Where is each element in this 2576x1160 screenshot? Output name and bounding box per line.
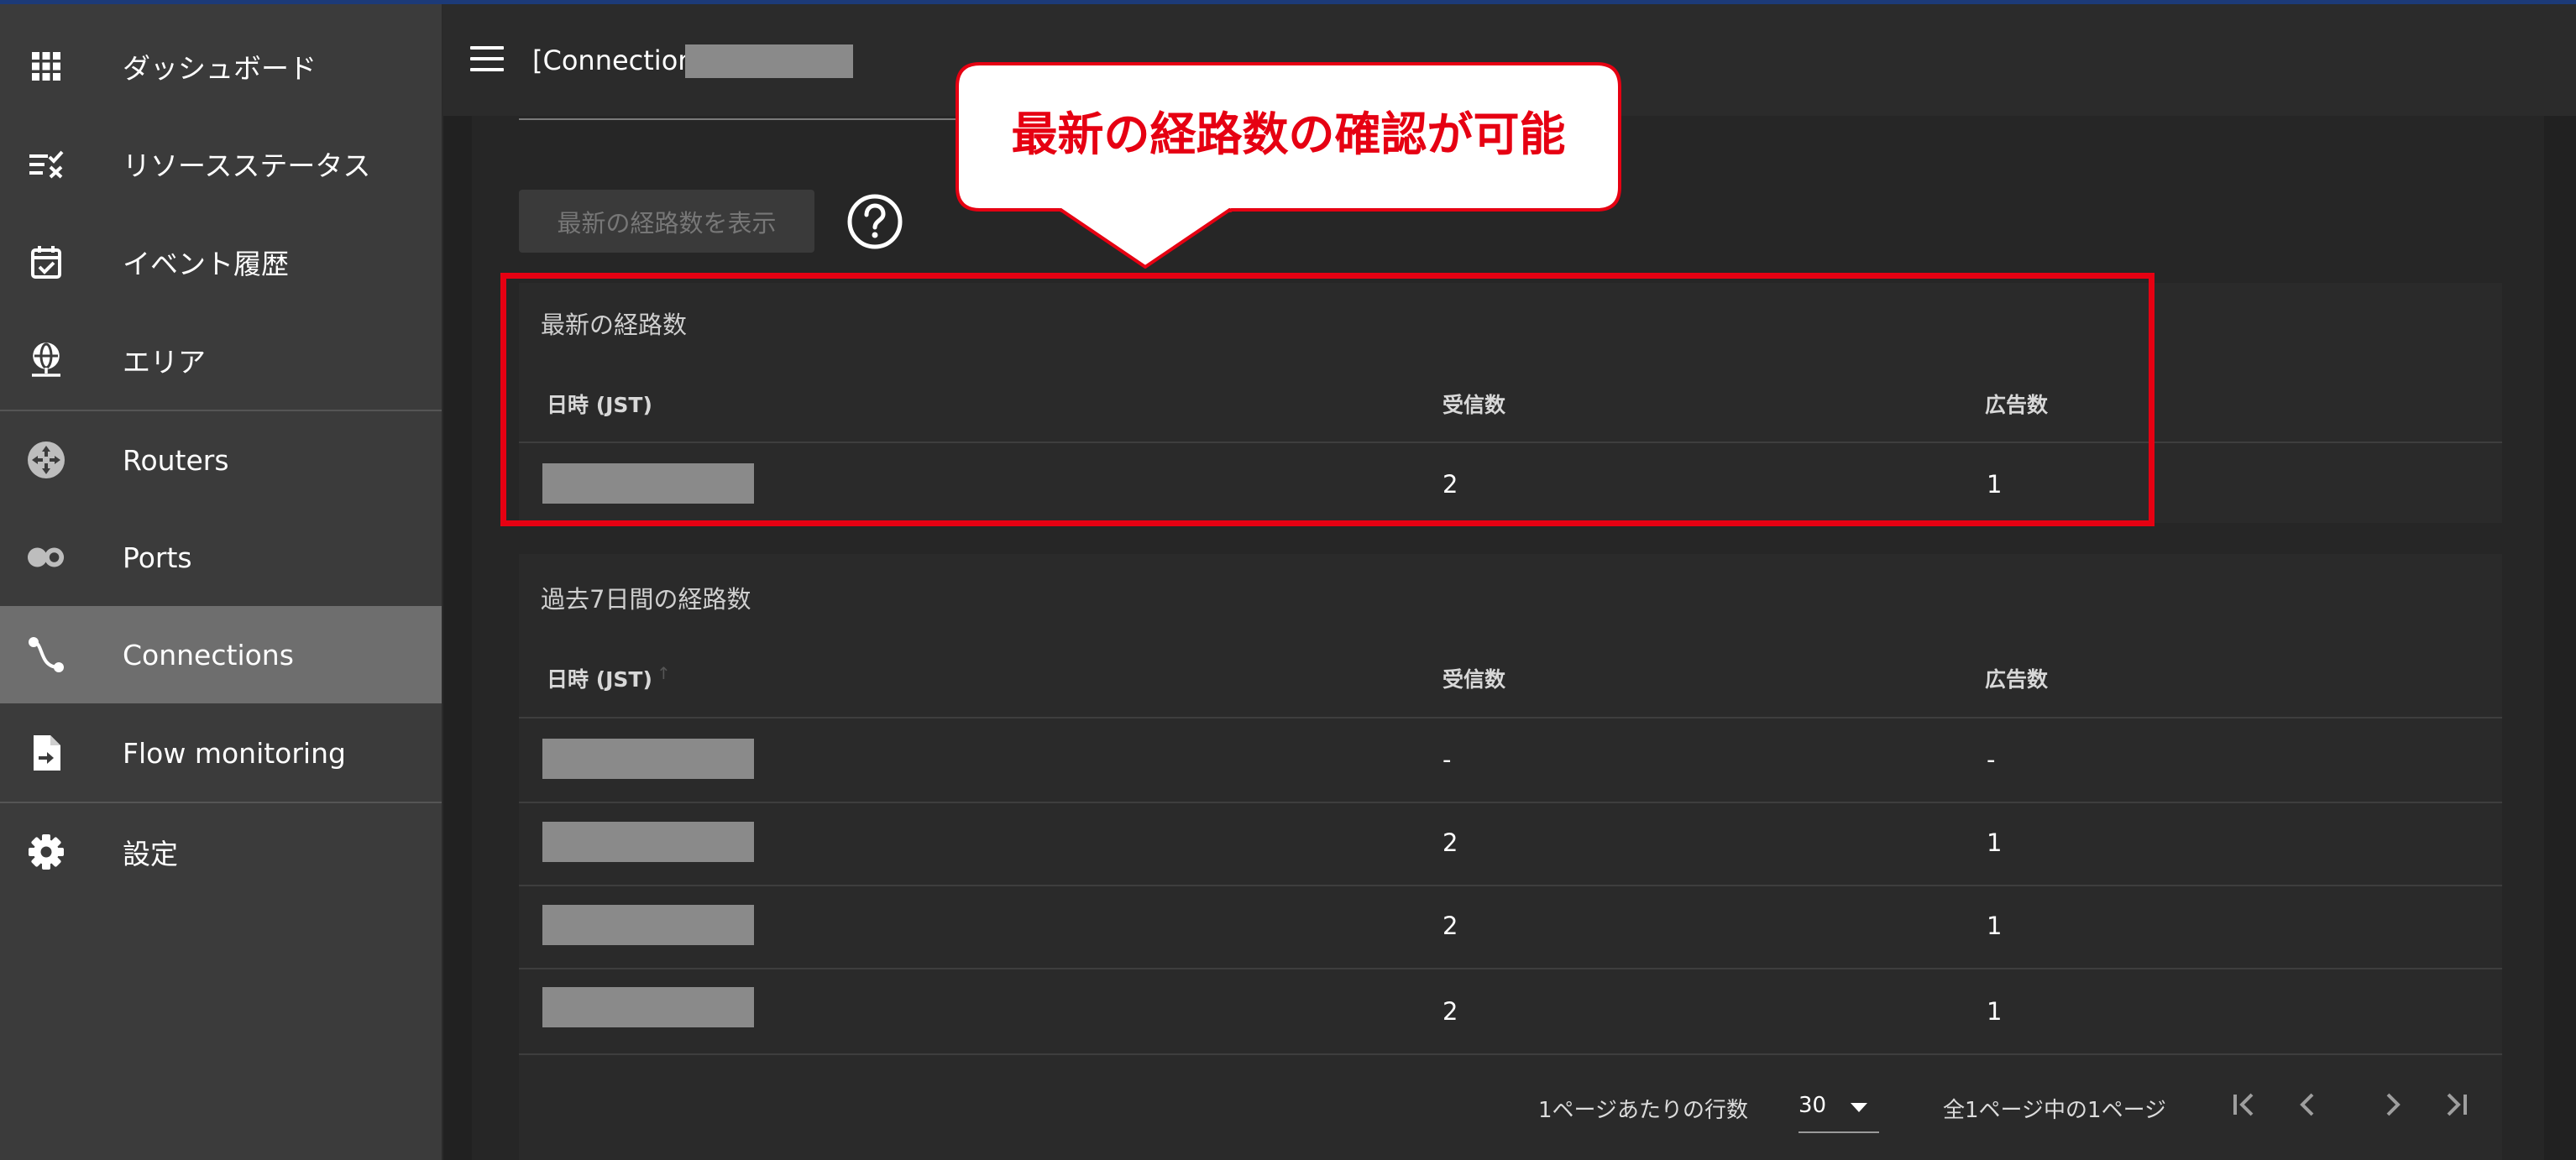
column-header-advertised: 広告数 [1985,667,2049,692]
column-header-received[interactable]: 受信数 [1442,663,1505,693]
gear-icon [27,833,65,871]
sidebar-item-label: 設定 [123,838,178,870]
received-count: 2 [1442,997,1458,1026]
column-header-datetime[interactable]: 日時 (JST) [547,663,652,693]
advertised-count: 1 [1987,470,2003,499]
callout-tail [1058,207,1233,269]
globe-icon [27,341,65,379]
next-page-icon[interactable] [2376,1089,2410,1120]
router-icon [27,441,65,479]
redacted-datetime [542,987,754,1027]
sidebar-item-settings[interactable]: 設定 [0,803,442,901]
latest-routes-panel [519,283,2502,523]
redacted-datetime [542,822,754,862]
chevron-down-icon [1851,1103,1867,1112]
received-count: - [1442,745,1452,774]
sidebar-item-dashboard[interactable]: ダッシュボード [0,18,442,115]
help-icon[interactable] [846,193,903,250]
page-info: 全1ページ中の1ページ [1943,1098,2167,1123]
redacted-datetime [542,905,754,945]
advertised-count: 1 [1987,997,2003,1026]
sidebar-item-label: イベント履歴 [123,248,289,280]
redacted-datetime [542,739,754,779]
table-row-divider [519,885,2502,886]
sidebar: ダッシュボード リソースステータス イベント履歴 エリア Routers Por… [0,4,443,1160]
received-count: 2 [1442,912,1458,940]
sidebar-item-label: Routers [123,443,229,477]
redacted-datetime [542,463,754,504]
sidebar-item-area[interactable]: エリア [0,311,442,409]
sidebar-item-label: エリア [123,346,206,379]
sidebar-item-ports[interactable]: Ports [0,509,442,606]
table-divider [519,442,2502,443]
sort-arrow-icon[interactable]: ↑ [657,663,671,683]
last-page-icon[interactable] [2438,1089,2472,1120]
table-row-divider [519,1053,2502,1055]
sidebar-item-label: Flow monitoring [123,736,346,770]
latest-routes-title: 最新の経路数 [541,311,688,339]
sidebar-item-label: Connections [123,638,294,671]
redacted-connection-name [685,44,853,78]
sidebar-item-resource-status[interactable]: リソースステータス [0,115,442,212]
grid-icon [27,47,65,86]
table-row-divider [519,968,2502,969]
page-title: [Connection] [532,44,706,76]
menu-icon[interactable] [470,46,504,75]
history-routes-title: 過去7日間の経路数 [541,585,751,614]
column-header-received[interactable]: 受信数 [1442,389,1505,419]
column-header-advertised: 広告数 [1985,393,2049,417]
rows-per-page-label: 1ページあたりの行数 [1538,1098,1749,1123]
table-divider [519,717,2502,718]
advertised-count: 1 [1987,912,2003,940]
show-latest-routes-button[interactable]: 最新の経路数を表示 [519,190,814,253]
field-underline [519,118,964,120]
ports-icon [27,538,65,577]
sidebar-item-label: Ports [123,541,192,574]
sidebar-item-routers[interactable]: Routers [0,411,442,509]
advertised-count: 1 [1987,828,2003,857]
history-routes-panel [519,554,2502,1160]
calendar-check-icon [27,243,65,281]
received-count: 2 [1442,470,1458,499]
received-count: 2 [1442,828,1458,857]
column-header-datetime[interactable]: 日時 (JST) [547,389,652,419]
previous-page-icon[interactable] [2291,1089,2324,1120]
sidebar-item-label: リソースステータス [123,149,371,182]
connection-icon [27,635,65,674]
file-arrow-icon [27,734,65,772]
sidebar-item-flow-monitoring[interactable]: Flow monitoring [0,704,442,802]
checklist-icon [27,144,65,183]
rows-per-page-value: 30 [1798,1093,1827,1118]
sidebar-item-event-history[interactable]: イベント履歴 [0,213,442,311]
first-page-icon[interactable] [2228,1089,2262,1120]
sidebar-item-connections[interactable]: Connections [0,606,442,703]
sidebar-item-label: ダッシュボード [123,52,317,85]
rows-per-page-select[interactable]: 30 [1798,1083,1879,1133]
advertised-count: - [1987,745,1996,774]
table-row-divider [519,802,2502,803]
callout-text: 最新の経路数の確認が可能 [1011,107,1566,161]
